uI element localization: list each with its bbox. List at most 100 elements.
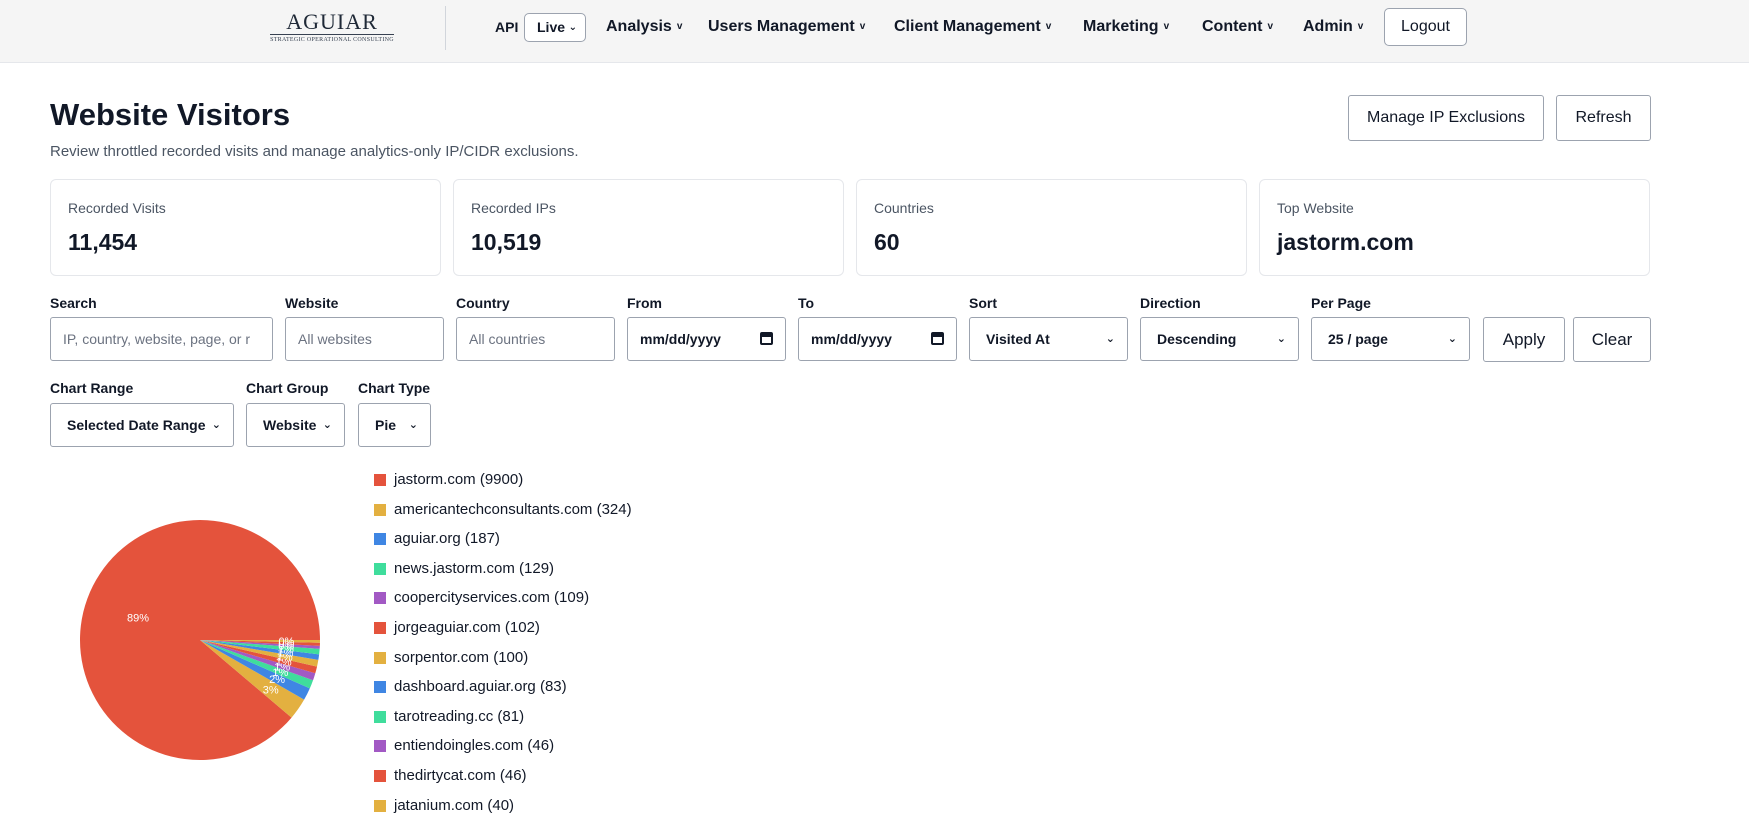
legend-swatch [374,681,386,694]
nav-analysis-label: Analysis [606,18,672,35]
search-label: Search [50,295,97,311]
country-placeholder: All countries [469,331,546,347]
chart-type-value: Pie [375,417,397,433]
from-date-value: mm/dd/yyyy [640,331,721,347]
stat-card-recorded-visits: Recorded Visits 11,454 [50,179,441,276]
clear-button[interactable]: Clear [1573,317,1651,362]
top-navbar: AGUIAR STRATEGIC OPERATIONAL CONSULTING … [0,0,1749,63]
nav-marketing[interactable]: Marketing v [1083,18,1169,36]
sort-select[interactable]: Visited At ⌄ [969,317,1128,361]
website-input[interactable]: All websites [285,317,444,361]
page-title: Website Visitors [50,97,291,132]
legend-swatch [374,740,386,753]
nav-client-management[interactable]: Client Management v [894,18,1051,36]
stat-label: Recorded Visits [68,200,166,216]
search-input[interactable]: IP, country, website, page, or r [50,317,273,361]
chart-type-label: Chart Type [358,380,431,396]
per-page-value: 25 / page [1328,331,1388,347]
caret-down-icon: v [1045,21,1052,32]
chart-group-select[interactable]: Website ⌄ [246,403,345,447]
page-subtitle: Review throttled recorded visits and man… [50,143,579,160]
brand-logo[interactable]: AGUIAR STRATEGIC OPERATIONAL CONSULTING [270,10,394,46]
country-input[interactable]: All countries [456,317,615,361]
chevron-down-icon: ⌄ [568,22,577,33]
logo-text: AGUIAR [270,10,394,35]
chevron-down-icon: ⌄ [322,419,332,431]
nav-users-management-label: Users Management [708,18,855,35]
caret-down-icon: v [1357,21,1364,32]
legend-label: sorpentor.com (100) [394,648,529,666]
calendar-icon[interactable] [931,332,944,345]
legend-swatch [374,799,386,812]
legend-label: dashboard.aguiar.org (83) [394,678,567,696]
from-label: From [627,295,662,311]
pie-chart: 89% 3% 2% 1% 1% 1% 1% 1% 1% 0% 0% 0% [75,515,325,765]
api-environment-select[interactable]: Live ⌄ [524,13,586,42]
legend-label: tarotreading.cc (81) [394,707,525,725]
manage-ip-exclusions-button[interactable]: Manage IP Exclusions [1348,95,1544,141]
nav-admin-label: Admin [1303,18,1353,35]
stat-value: jastorm.com [1277,229,1414,255]
from-date-input[interactable]: mm/dd/yyyy [627,317,786,361]
logout-button[interactable]: Logout [1384,8,1467,46]
chart-type-select[interactable]: Pie ⌄ [358,403,431,447]
stat-card-top-website: Top Website jastorm.com [1259,179,1650,276]
chart-range-select[interactable]: Selected Date Range ⌄ [50,403,234,447]
stat-value: 11,454 [68,229,138,255]
direction-value: Descending [1157,331,1237,347]
to-label: To [798,295,815,311]
chevron-down-icon: ⌄ [1447,333,1457,345]
legend-label: americantechconsultants.com (324) [394,500,632,518]
to-date-input[interactable]: mm/dd/yyyy [798,317,957,361]
to-date-value: mm/dd/yyyy [811,331,892,347]
legend-swatch [374,592,386,605]
legend-swatch [374,533,386,546]
direction-label: Direction [1140,295,1201,311]
legend-label: thedirtycat.com (46) [394,767,527,784]
direction-select[interactable]: Descending ⌄ [1140,317,1299,361]
api-label: API [495,19,519,35]
api-environment-value: Live [537,19,566,35]
chevron-down-icon: ⌄ [211,419,221,431]
caret-down-icon: v [1163,21,1170,32]
legend-swatch [374,474,386,486]
stat-card-countries: Countries 60 [856,179,1247,276]
chevron-down-icon: ⌄ [408,419,418,431]
chart-range-value: Selected Date Range [67,417,206,433]
per-page-label: Per Page [1311,295,1371,311]
nav-client-management-label: Client Management [894,18,1041,35]
refresh-button[interactable]: Refresh [1556,95,1651,141]
search-placeholder: IP, country, website, page, or r [63,331,251,347]
stat-label: Top Website [1277,200,1354,216]
website-label: Website [285,295,339,311]
sort-value: Visited At [986,331,1050,347]
per-page-select[interactable]: 25 / page ⌄ [1311,317,1470,361]
country-label: Country [456,295,510,311]
legend-label: jorgeaguiar.com (102) [394,619,540,636]
nav-divider [445,6,446,50]
legend-swatch [374,562,386,575]
legend-swatch [374,503,386,516]
nav-users-management[interactable]: Users Management v [708,18,865,36]
calendar-icon[interactable] [760,332,773,345]
website-placeholder: All websites [298,331,372,347]
caret-down-icon: v [676,21,683,32]
legend-swatch [374,710,386,723]
nav-admin[interactable]: Admin v [1303,18,1363,36]
sort-label: Sort [969,295,997,311]
pie-slice-label: 0% [278,636,294,648]
chevron-down-icon: ⌄ [1105,333,1115,345]
legend-label: jatanium.com (40) [394,796,515,814]
nav-analysis[interactable]: Analysis v [606,18,682,36]
pie-slice-label: 3% [263,685,279,697]
caret-down-icon: v [1267,21,1273,32]
apply-button[interactable]: Apply [1483,317,1565,362]
legend-label: jastorm.com (9900) [394,471,524,488]
nav-marketing-label: Marketing [1083,18,1159,35]
chevron-down-icon: ⌄ [1276,333,1286,345]
legend-swatch [374,770,386,782]
nav-content[interactable]: Content v [1202,18,1273,36]
nav-content-label: Content [1202,18,1263,35]
legend-swatch [374,651,386,664]
legend-swatch [374,622,386,634]
